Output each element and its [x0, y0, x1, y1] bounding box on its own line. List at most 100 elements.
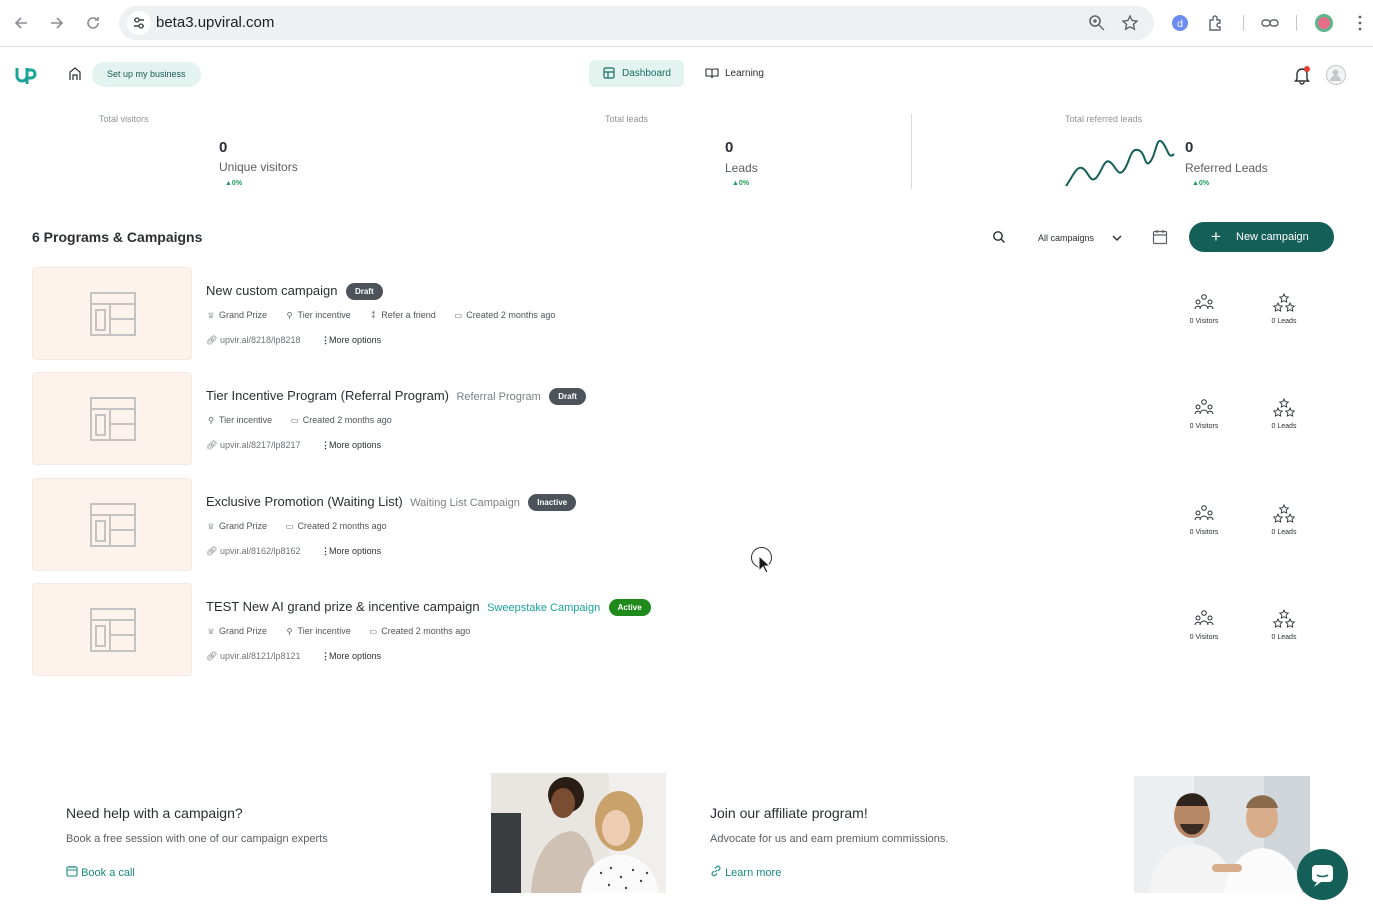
meta-tier-incentive: ⚲ Tier incentive: [285, 310, 351, 320]
stat-visitors-value: 0: [219, 139, 228, 156]
leads-count: 0 Leads: [1271, 529, 1297, 536]
reload-icon[interactable]: [82, 12, 104, 34]
leads-count: 0 Leads: [1271, 423, 1297, 430]
meta-created: ▭ Created 2 months ago: [369, 626, 471, 636]
campaign-row[interactable]: Tier Incentive Program (Referral Program…: [32, 372, 1332, 467]
profile-icon[interactable]: [1314, 13, 1334, 33]
leads-stat: 0 Leads: [1254, 504, 1314, 536]
programs-title: 6 Programs & Campaigns: [32, 229, 203, 245]
more-options-button[interactable]: ⋮More options: [321, 651, 381, 661]
chat-launcher-button[interactable]: [1297, 849, 1348, 900]
campaign-link[interactable]: 🔗︎ upvir.al/8218/lp8218: [206, 335, 301, 345]
leads-stat: 0 Leads: [1254, 398, 1314, 430]
trophy-icon: ♕: [207, 311, 215, 320]
link-icon[interactable]: [1260, 13, 1280, 33]
meta-created: ▭ Created 2 months ago: [290, 415, 392, 425]
link-icon: 🔗︎: [206, 440, 218, 450]
campaign-link[interactable]: 🔗︎ upvir.al/8162/lp8162: [206, 546, 301, 556]
visitors-count: 0 Visitors: [1189, 423, 1219, 430]
more-options-button[interactable]: ⋮More options: [321, 546, 381, 556]
campaign-row[interactable]: Exclusive Promotion (Waiting List) Waiti…: [32, 478, 1332, 573]
page-placeholder-icon: [90, 292, 136, 336]
status-badge: Draft: [345, 283, 383, 300]
campaign-thumbnail[interactable]: [32, 267, 192, 360]
campaign-title[interactable]: TEST New AI grand prize & incentive camp…: [206, 599, 480, 614]
forward-arrow-icon[interactable]: [46, 12, 68, 34]
user-avatar[interactable]: [1326, 65, 1346, 85]
support-team-photo: [491, 773, 666, 893]
campaign-type: Waiting List Campaign: [410, 497, 520, 509]
status-badge: Inactive: [528, 494, 577, 511]
back-arrow-icon[interactable]: [10, 12, 32, 34]
visitors-stat: 0 Visitors: [1174, 398, 1234, 430]
tab-learning[interactable]: Learning: [703, 60, 783, 87]
url-text[interactable]: beta3.upviral.com: [156, 14, 274, 31]
upviral-logo[interactable]: [15, 65, 37, 85]
bookmark-star-icon[interactable]: [1120, 13, 1140, 33]
stars-icon: [1272, 398, 1296, 417]
extensions-puzzle-icon[interactable]: [1206, 13, 1226, 33]
leads-stat: 0 Leads: [1254, 609, 1314, 641]
new-campaign-label: New campaign: [1236, 231, 1309, 243]
link-icon: 🔗︎: [206, 335, 218, 345]
medal-icon: ⚲: [208, 416, 214, 425]
meta-grand-prize: ♕ Grand Prize: [207, 626, 268, 636]
calendar-icon: ▭: [454, 311, 463, 320]
campaign-title[interactable]: Tier Incentive Program (Referral Program…: [206, 388, 449, 403]
meta-grand-prize: ♕ Grand Prize: [207, 310, 268, 320]
search-icon[interactable]: [992, 230, 1006, 244]
people-icon: ⁑: [371, 311, 376, 320]
visitors-count: 0 Visitors: [1189, 318, 1219, 325]
meta-created: ▭ Created 2 months ago: [285, 521, 387, 531]
zoom-icon[interactable]: [1087, 13, 1107, 33]
stat-referred-value: 0: [1185, 139, 1194, 156]
more-vertical-icon: ⋮: [321, 651, 331, 661]
meta-tier-incentive: ⚲ Tier incentive: [206, 415, 272, 425]
learn-more-link[interactable]: Learn more: [710, 865, 781, 879]
campaign-thumbnail[interactable]: [32, 478, 192, 571]
campaign-link[interactable]: 🔗︎ upvir.al/8217/lp8217: [206, 440, 301, 450]
help-promo-subtitle: Book a free session with one of our camp…: [66, 833, 328, 845]
address-bar[interactable]: beta3.upviral.com: [119, 6, 1154, 40]
campaign-filter-select[interactable]: All campaigns: [1038, 229, 1128, 247]
stars-icon: [1272, 293, 1296, 312]
calendar-icon[interactable]: [1152, 229, 1168, 245]
status-badge: Active: [608, 599, 651, 616]
more-vertical-icon: ⋮: [321, 546, 331, 556]
new-campaign-button[interactable]: + New campaign: [1189, 222, 1334, 252]
leads-stat: 0 Leads: [1254, 293, 1314, 325]
extension-icon[interactable]: d: [1170, 13, 1190, 33]
campaign-title[interactable]: New custom campaign: [206, 283, 338, 298]
site-settings-icon[interactable]: [127, 11, 151, 35]
stat-visitors-change: ▲0%: [225, 180, 243, 187]
trophy-icon: ♕: [207, 627, 215, 636]
campaign-thumbnail[interactable]: [32, 583, 192, 676]
browser-menu-icon[interactable]: [1350, 13, 1370, 33]
status-badge: Draft: [549, 388, 586, 405]
stat-leads-sub: Leads: [725, 161, 758, 175]
calendar-icon: ▭: [285, 522, 294, 531]
campaign-type: Sweepstake Campaign: [487, 602, 601, 614]
campaign-row[interactable]: TEST New AI grand prize & incentive camp…: [32, 583, 1332, 678]
book-call-link[interactable]: Book a call: [66, 865, 135, 879]
notifications-bell-icon[interactable]: [1293, 65, 1311, 85]
calendar-icon: ▭: [290, 416, 299, 425]
stat-referred-label: Total referred leads: [1065, 114, 1143, 124]
stars-icon: [1272, 504, 1296, 523]
campaign-thumbnail[interactable]: [32, 372, 192, 465]
tab-dashboard[interactable]: Dashboard: [589, 60, 684, 87]
more-options-button[interactable]: ⋮More options: [321, 440, 381, 450]
link-icon: 🔗︎: [206, 546, 218, 556]
plus-icon: +: [1211, 227, 1221, 246]
setup-business-button[interactable]: Set up my business: [92, 62, 201, 87]
medal-icon: ⚲: [286, 311, 293, 320]
tab-dashboard-label: Dashboard: [622, 68, 671, 79]
more-options-button[interactable]: ⋮More options: [321, 335, 381, 345]
business-icon[interactable]: [67, 66, 83, 82]
stat-leads-label: Total leads: [605, 114, 649, 124]
campaign-row[interactable]: New custom campaign Draft ♕ Grand Prize ⚲…: [32, 267, 1332, 362]
stat-referred-change: ▲0%: [1192, 180, 1210, 187]
campaign-link[interactable]: 🔗︎ upvir.al/8121/lp8121: [206, 651, 301, 661]
campaign-title[interactable]: Exclusive Promotion (Waiting List): [206, 494, 403, 509]
meta-tier-incentive: ⚲ Tier incentive: [285, 626, 351, 636]
